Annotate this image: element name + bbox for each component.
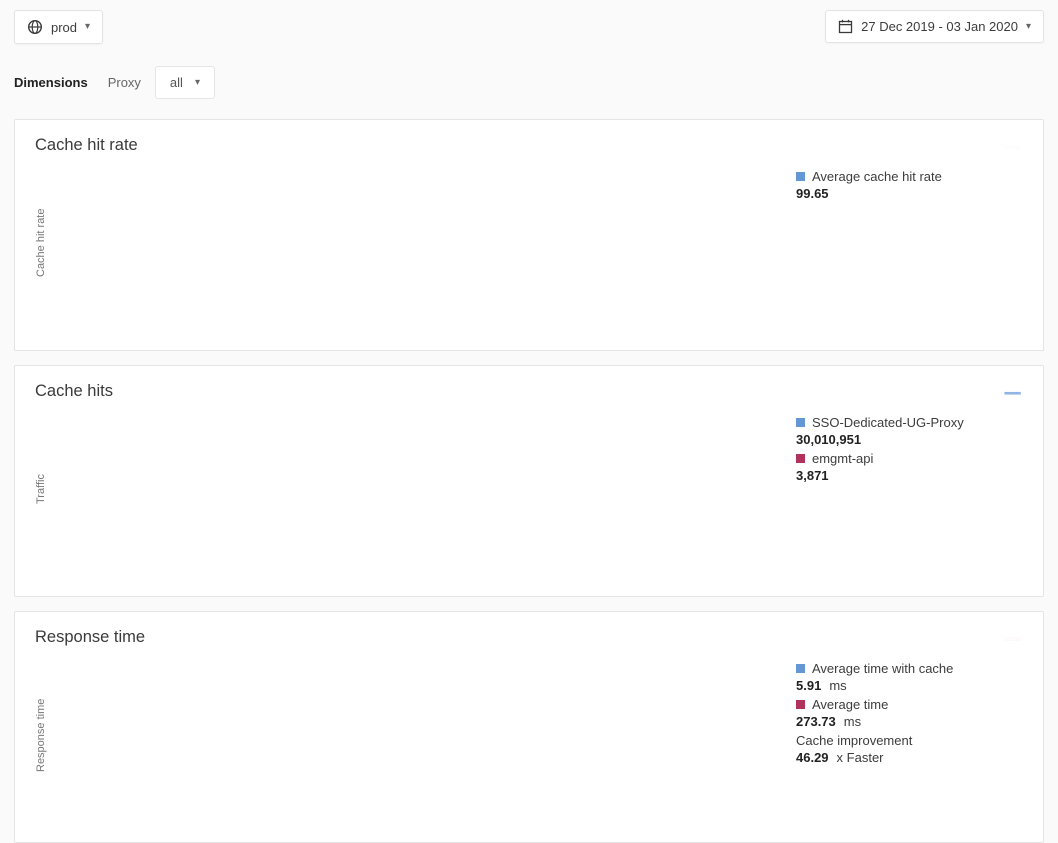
legend-value: 5.91ms: [796, 677, 1023, 694]
chart-plot: [50, 166, 750, 336]
y-axis-label: Response time: [35, 670, 50, 800]
svg-text:99: 99: [1004, 148, 1005, 149]
svg-text:100.5: 100.5: [1003, 144, 1005, 145]
export-report-button[interactable]: 9999.5100100.528. Dec29. Dec30. Dec31. D…: [1001, 136, 1023, 158]
legend-item: SSO-Dedicated-UG-Proxy30,010,951: [796, 414, 1023, 448]
chart-title: Cache hits: [35, 382, 113, 401]
legend-label: Average time: [812, 696, 888, 713]
dimensions-label: Dimensions: [14, 75, 88, 90]
legend-label: Average time with cache: [812, 660, 953, 677]
export-icon: 020040060028. Dec29. Dec30. Dec31. Dec1.…: [1003, 630, 1021, 648]
legend-value: 3,871: [796, 467, 1023, 484]
legend-item: Average time273.73ms: [796, 696, 1023, 730]
export-icon: 9999.5100100.528. Dec29. Dec30. Dec31. D…: [1003, 138, 1021, 156]
export-report-button[interactable]: 080k160k240k28. Dec29. Dec30. Dec31. Dec…: [1001, 382, 1023, 404]
export-report-button[interactable]: 020040060028. Dec29. Dec30. Dec31. Dec1.…: [1001, 628, 1023, 650]
legend-label: Cache improvement: [796, 732, 912, 749]
legend-label: emgmt-api: [812, 450, 873, 467]
legend-swatch: [796, 454, 805, 463]
environment-selector[interactable]: prod ▾: [14, 10, 103, 44]
svg-text:0: 0: [1004, 640, 1005, 641]
chart-area: Traffic SSO-Dedicated-UG-Proxy30,010,951…: [35, 412, 1023, 582]
chart-title: Cache hit rate: [35, 136, 138, 155]
proxy-filter-value: all: [170, 75, 183, 90]
svg-text:600: 600: [1004, 636, 1005, 637]
legend-label: SSO-Dedicated-UG-Proxy: [812, 414, 964, 431]
globe-icon: [27, 19, 43, 35]
card-header: Cache hits 080k160k240k28. Dec29. Dec30.…: [35, 382, 1023, 404]
legend-value: 99.65: [796, 185, 1023, 202]
chart-area: Cache hit rate Average cache hit rate99.…: [35, 166, 1023, 336]
chart-area: Response time Average time with cache5.9…: [35, 658, 1023, 828]
legend-item: Average cache hit rate99.65: [796, 168, 1023, 202]
svg-text:240k: 240k: [1004, 390, 1005, 391]
chart-card: Cache hits 080k160k240k28. Dec29. Dec30.…: [14, 365, 1044, 597]
dashboard: prod ▾ 27 Dec 2019 - 03 Jan 2020 ▾ Dimen…: [0, 0, 1058, 830]
chart-card: Cache hit rate 9999.5100100.528. Dec29. …: [14, 119, 1044, 351]
legend-swatch: [796, 664, 805, 673]
legend-label: Average cache hit rate: [812, 168, 942, 185]
top-bar: prod ▾ 27 Dec 2019 - 03 Jan 2020 ▾: [0, 0, 1058, 44]
proxy-filter-dropdown[interactable]: all ▾: [155, 66, 215, 99]
chevron-down-icon: ▾: [1026, 22, 1031, 32]
legend-value: 30,010,951: [796, 431, 1023, 448]
environment-label: prod: [51, 20, 77, 35]
chevron-down-icon: ▾: [85, 22, 90, 32]
proxy-label: Proxy: [108, 75, 141, 90]
legend-item: Cache improvement46.29x Faster: [796, 732, 1023, 766]
cards: Cache hit rate 9999.5100100.528. Dec29. …: [0, 99, 1058, 843]
legend-item: emgmt-api3,871: [796, 450, 1023, 484]
y-axis-label: Traffic: [35, 424, 50, 554]
export-icon: 080k160k240k28. Dec29. Dec30. Dec31. Dec…: [1003, 384, 1021, 402]
card-header: Response time 020040060028. Dec29. Dec30…: [35, 628, 1023, 650]
chart-plot: [50, 658, 750, 828]
chevron-down-icon: ▾: [195, 78, 200, 88]
calendar-icon: [838, 19, 853, 34]
svg-text:99.5: 99.5: [1004, 146, 1005, 147]
chart-legend: SSO-Dedicated-UG-Proxy30,010,951emgmt-ap…: [796, 412, 1023, 486]
date-range-selector[interactable]: 27 Dec 2019 - 03 Jan 2020 ▾: [825, 10, 1044, 43]
y-axis-label: Cache hit rate: [35, 178, 50, 308]
chart-plot: [50, 412, 750, 582]
filter-bar: Dimensions Proxy all ▾: [0, 44, 1058, 99]
legend-swatch: [796, 418, 805, 427]
legend-value: 46.29x Faster: [796, 749, 1023, 766]
date-range-label: 27 Dec 2019 - 03 Jan 2020: [861, 19, 1018, 34]
legend-value: 273.73ms: [796, 713, 1023, 730]
chart-legend: Average cache hit rate99.65: [796, 166, 1023, 204]
legend-swatch: [796, 172, 805, 181]
chart-card: Response time 020040060028. Dec29. Dec30…: [14, 611, 1044, 843]
chart-title: Response time: [35, 628, 145, 647]
card-header: Cache hit rate 9999.5100100.528. Dec29. …: [35, 136, 1023, 158]
chart-legend: Average time with cache5.91msAverage tim…: [796, 658, 1023, 768]
legend-item: Average time with cache5.91ms: [796, 660, 1023, 694]
legend-swatch: [796, 700, 805, 709]
